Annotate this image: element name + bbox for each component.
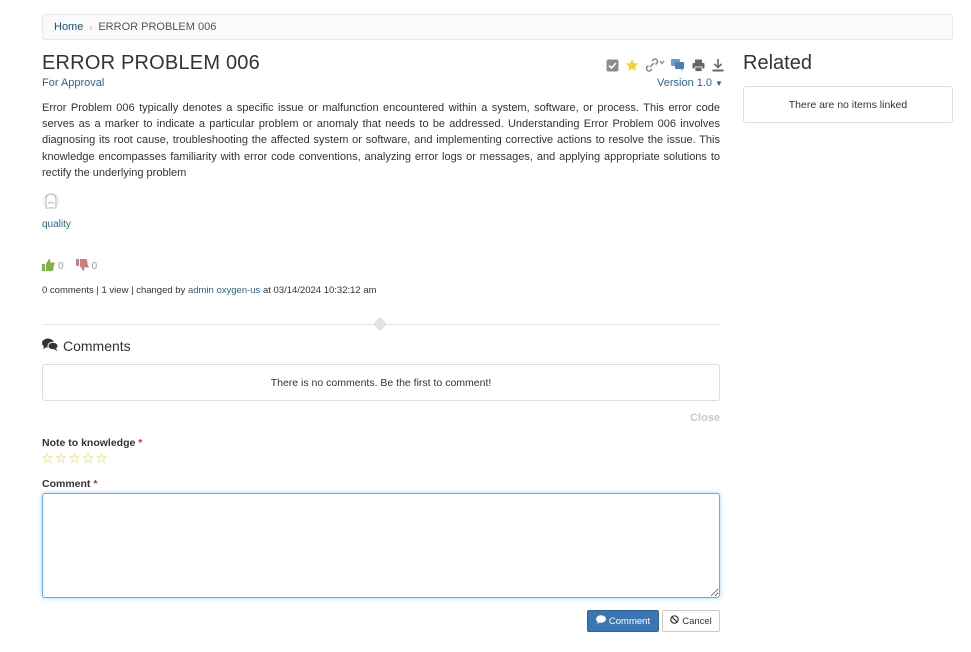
submit-comment-button[interactable]: Comment (587, 610, 659, 632)
comments-count: 0 comments (42, 285, 94, 296)
dislike-count: 0 (91, 261, 98, 272)
comments-icon (42, 338, 59, 354)
related-empty-message: There are no items linked (788, 98, 908, 111)
rating-star-4[interactable]: ☆ (82, 451, 95, 465)
author-link[interactable]: admin oxygen-us (188, 285, 260, 296)
comments-header: Comments (42, 338, 131, 354)
comment-textarea[interactable] (42, 493, 720, 598)
print-icon[interactable] (691, 58, 705, 72)
breadcrumb-separator: › (89, 22, 93, 32)
note-label-text: Note to knowledge (42, 437, 136, 449)
required-mark: * (93, 478, 98, 490)
version-label: Version 1.0 (657, 77, 713, 89)
article-description: Error Problem 006 typically denotes a sp… (42, 102, 720, 179)
close-link[interactable]: Close (690, 412, 720, 424)
article-meta: 0 comments | 1 view | changed by admin o… (42, 285, 377, 296)
checkbox-icon[interactable] (605, 58, 619, 72)
rating-star-5[interactable]: ☆ (95, 451, 108, 465)
image-placeholder-icon[interactable] (42, 192, 60, 210)
rating-star-2[interactable]: ☆ (55, 451, 68, 465)
rating-star-3[interactable]: ☆ (68, 451, 81, 465)
caret-down-icon: ▼ (715, 79, 723, 88)
comment-label: Comment * (42, 478, 97, 490)
page-title: ERROR PROBLEM 006 (42, 52, 260, 74)
comments-icon[interactable] (671, 58, 685, 72)
views-count: 1 view (101, 285, 129, 296)
ban-icon (670, 615, 680, 627)
download-icon[interactable] (711, 58, 725, 72)
related-title: Related (743, 52, 812, 74)
breadcrumb-home-link[interactable]: Home (54, 21, 83, 33)
cancel-button[interactable]: Cancel (662, 610, 720, 632)
cancel-label: Cancel (682, 615, 712, 627)
thumbs-down-icon (75, 259, 89, 274)
rating-stars: ☆ ☆ ☆ ☆ ☆ (41, 451, 108, 465)
required-mark: * (138, 437, 143, 449)
no-comments-box: There is no comments. Be the first to co… (42, 364, 720, 401)
status-link[interactable]: For Approval (42, 77, 104, 89)
changed-by-prefix: changed by (136, 285, 186, 296)
dislike-button[interactable]: 0 (75, 259, 98, 274)
breadcrumb: Home › ERROR PROBLEM 006 (42, 14, 953, 40)
version-dropdown[interactable]: Version 1.0 ▼ (657, 77, 723, 89)
like-count: 0 (58, 261, 64, 272)
comment-label-text: Comment (42, 478, 91, 490)
rating-star-1[interactable]: ☆ (41, 451, 54, 465)
changed-at: at 03/14/2024 10:32:12 am (262, 285, 377, 296)
divider-diamond (372, 316, 388, 332)
like-button[interactable]: 0 (42, 259, 64, 274)
comments-title: Comments (63, 338, 131, 354)
thumbs-up-icon (42, 259, 55, 274)
submit-comment-label: Comment (608, 615, 651, 627)
breadcrumb-current: ERROR PROBLEM 006 (98, 21, 217, 33)
link-icon[interactable] (645, 58, 665, 72)
star-icon[interactable] (625, 58, 639, 72)
comment-bubble-icon (595, 615, 606, 627)
votes: 0 0 (42, 259, 109, 274)
article-toolbar (605, 58, 725, 72)
related-box: There are no items linked (743, 86, 953, 123)
tag-quality[interactable]: quality (42, 219, 71, 230)
note-label: Note to knowledge * (42, 437, 142, 449)
no-comments-message: There is no comments. Be the first to co… (270, 376, 492, 389)
